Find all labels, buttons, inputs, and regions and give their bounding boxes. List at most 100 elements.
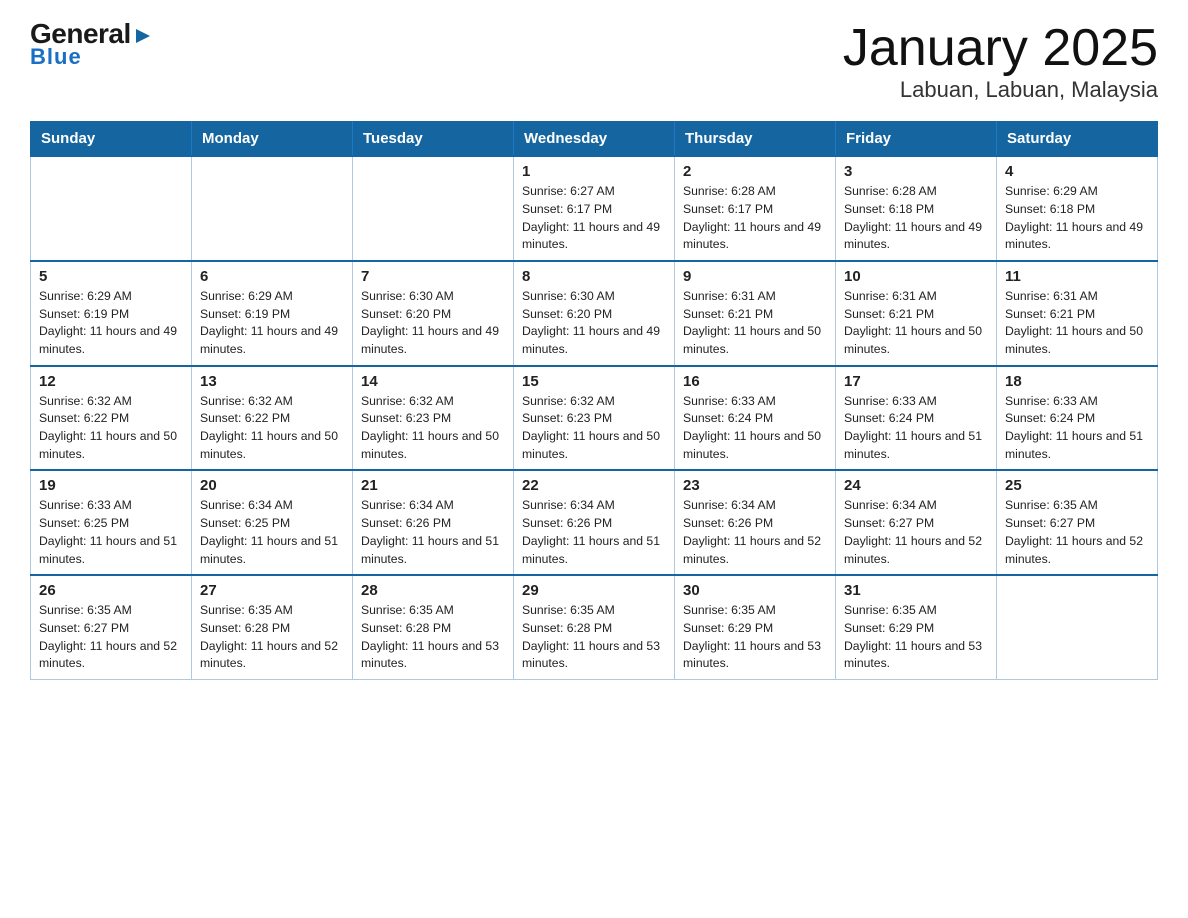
- calendar-cell: 6 Sunrise: 6:29 AM Sunset: 6:19 PM Daylig…: [192, 261, 353, 366]
- day-info: Sunrise: 6:35 AM Sunset: 6:27 PM Dayligh…: [1005, 497, 1149, 568]
- calendar-cell: 24 Sunrise: 6:34 AM Sunset: 6:27 PM Dayli…: [836, 470, 997, 575]
- day-number: 16: [683, 373, 827, 390]
- day-info: Sunrise: 6:29 AM Sunset: 6:18 PM Dayligh…: [1005, 183, 1149, 254]
- calendar-subtitle: Labuan, Labuan, Malaysia: [843, 77, 1158, 103]
- logo-blue-text: Blue: [30, 44, 82, 70]
- calendar-header: SundayMondayTuesdayWednesdayThursdayFrid…: [31, 122, 1158, 157]
- day-number: 13: [200, 373, 344, 390]
- calendar-cell: 8 Sunrise: 6:30 AM Sunset: 6:20 PM Daylig…: [514, 261, 675, 366]
- day-number: 8: [522, 268, 666, 285]
- day-info: Sunrise: 6:30 AM Sunset: 6:20 PM Dayligh…: [361, 288, 505, 359]
- day-number: 25: [1005, 477, 1149, 494]
- calendar-week-3: 19 Sunrise: 6:33 AM Sunset: 6:25 PM Dayli…: [31, 470, 1158, 575]
- dow-header-sunday: Sunday: [31, 122, 192, 157]
- calendar-cell: 30 Sunrise: 6:35 AM Sunset: 6:29 PM Dayli…: [675, 575, 836, 679]
- day-number: 6: [200, 268, 344, 285]
- calendar-cell: 7 Sunrise: 6:30 AM Sunset: 6:20 PM Daylig…: [353, 261, 514, 366]
- day-info: Sunrise: 6:29 AM Sunset: 6:19 PM Dayligh…: [200, 288, 344, 359]
- day-number: 11: [1005, 268, 1149, 285]
- day-info: Sunrise: 6:30 AM Sunset: 6:20 PM Dayligh…: [522, 288, 666, 359]
- calendar-cell: 5 Sunrise: 6:29 AM Sunset: 6:19 PM Daylig…: [31, 261, 192, 366]
- calendar-cell: 16Sunrise: 6:33 AM Sunset: 6:24 PM Dayli…: [675, 366, 836, 471]
- calendar-title: January 2025: [843, 20, 1158, 77]
- calendar-cell: 27 Sunrise: 6:35 AM Sunset: 6:28 PM Dayli…: [192, 575, 353, 679]
- day-number: 14: [361, 373, 505, 390]
- day-info: Sunrise: 6:34 AM Sunset: 6:26 PM Dayligh…: [522, 497, 666, 568]
- day-info: Sunrise: 6:33 AM Sunset: 6:24 PM Dayligh…: [1005, 393, 1149, 464]
- calendar-cell: 2Sunrise: 6:28 AM Sunset: 6:17 PM Daylig…: [675, 156, 836, 261]
- calendar-cell: 25 Sunrise: 6:35 AM Sunset: 6:27 PM Dayli…: [997, 470, 1158, 575]
- day-number: 7: [361, 268, 505, 285]
- day-info: Sunrise: 6:32 AM Sunset: 6:23 PM Dayligh…: [522, 393, 666, 464]
- days-of-week-row: SundayMondayTuesdayWednesdayThursdayFrid…: [31, 122, 1158, 157]
- day-info: Sunrise: 6:28 AM Sunset: 6:18 PM Dayligh…: [844, 183, 988, 254]
- calendar-cell: 12Sunrise: 6:32 AM Sunset: 6:22 PM Dayli…: [31, 366, 192, 471]
- day-number: 28: [361, 582, 505, 599]
- day-info: Sunrise: 6:27 AM Sunset: 6:17 PM Dayligh…: [522, 183, 666, 254]
- calendar-week-0: 1 Sunrise: 6:27 AM Sunset: 6:17 PM Daylig…: [31, 156, 1158, 261]
- day-number: 21: [361, 477, 505, 494]
- day-info: Sunrise: 6:34 AM Sunset: 6:26 PM Dayligh…: [361, 497, 505, 568]
- day-number: 30: [683, 582, 827, 599]
- day-info: Sunrise: 6:35 AM Sunset: 6:27 PM Dayligh…: [39, 602, 183, 673]
- day-number: 26: [39, 582, 183, 599]
- logo-arrow: [131, 20, 154, 48]
- calendar-week-1: 5 Sunrise: 6:29 AM Sunset: 6:19 PM Daylig…: [31, 261, 1158, 366]
- day-info: Sunrise: 6:33 AM Sunset: 6:24 PM Dayligh…: [844, 393, 988, 464]
- day-info: Sunrise: 6:35 AM Sunset: 6:29 PM Dayligh…: [844, 602, 988, 673]
- day-info: Sunrise: 6:28 AM Sunset: 6:17 PM Dayligh…: [683, 183, 827, 254]
- calendar-table: SundayMondayTuesdayWednesdayThursdayFrid…: [30, 121, 1158, 680]
- calendar-cell: 13Sunrise: 6:32 AM Sunset: 6:22 PM Dayli…: [192, 366, 353, 471]
- calendar-week-4: 26 Sunrise: 6:35 AM Sunset: 6:27 PM Dayli…: [31, 575, 1158, 679]
- day-info: Sunrise: 6:31 AM Sunset: 6:21 PM Dayligh…: [1005, 288, 1149, 359]
- day-info: Sunrise: 6:34 AM Sunset: 6:25 PM Dayligh…: [200, 497, 344, 568]
- day-number: 24: [844, 477, 988, 494]
- day-number: 5: [39, 268, 183, 285]
- dow-header-tuesday: Tuesday: [353, 122, 514, 157]
- calendar-cell: 9Sunrise: 6:31 AM Sunset: 6:21 PM Daylig…: [675, 261, 836, 366]
- logo: General Blue: [30, 20, 154, 70]
- day-number: 17: [844, 373, 988, 390]
- day-info: Sunrise: 6:34 AM Sunset: 6:27 PM Dayligh…: [844, 497, 988, 568]
- day-info: Sunrise: 6:34 AM Sunset: 6:26 PM Dayligh…: [683, 497, 827, 568]
- calendar-cell: 3 Sunrise: 6:28 AM Sunset: 6:18 PM Daylig…: [836, 156, 997, 261]
- calendar-week-2: 12Sunrise: 6:32 AM Sunset: 6:22 PM Dayli…: [31, 366, 1158, 471]
- dow-header-saturday: Saturday: [997, 122, 1158, 157]
- day-info: Sunrise: 6:31 AM Sunset: 6:21 PM Dayligh…: [683, 288, 827, 359]
- calendar-cell: 22Sunrise: 6:34 AM Sunset: 6:26 PM Dayli…: [514, 470, 675, 575]
- calendar-cell: 23 Sunrise: 6:34 AM Sunset: 6:26 PM Dayli…: [675, 470, 836, 575]
- day-info: Sunrise: 6:29 AM Sunset: 6:19 PM Dayligh…: [39, 288, 183, 359]
- logo-arrow-icon: [132, 25, 154, 47]
- header: General Blue January 2025 Labuan, Labuan…: [30, 20, 1158, 103]
- calendar-cell: [353, 156, 514, 261]
- day-info: Sunrise: 6:35 AM Sunset: 6:28 PM Dayligh…: [522, 602, 666, 673]
- calendar-cell: 15Sunrise: 6:32 AM Sunset: 6:23 PM Dayli…: [514, 366, 675, 471]
- day-info: Sunrise: 6:31 AM Sunset: 6:21 PM Dayligh…: [844, 288, 988, 359]
- calendar-cell: 4Sunrise: 6:29 AM Sunset: 6:18 PM Daylig…: [997, 156, 1158, 261]
- calendar-cell: 20Sunrise: 6:34 AM Sunset: 6:25 PM Dayli…: [192, 470, 353, 575]
- calendar-cell: 17 Sunrise: 6:33 AM Sunset: 6:24 PM Dayli…: [836, 366, 997, 471]
- day-info: Sunrise: 6:35 AM Sunset: 6:28 PM Dayligh…: [200, 602, 344, 673]
- day-info: Sunrise: 6:33 AM Sunset: 6:25 PM Dayligh…: [39, 497, 183, 568]
- day-number: 23: [683, 477, 827, 494]
- calendar-cell: [31, 156, 192, 261]
- day-number: 3: [844, 163, 988, 180]
- day-number: 1: [522, 163, 666, 180]
- day-number: 19: [39, 477, 183, 494]
- calendar-cell: 19 Sunrise: 6:33 AM Sunset: 6:25 PM Dayli…: [31, 470, 192, 575]
- day-number: 27: [200, 582, 344, 599]
- dow-header-thursday: Thursday: [675, 122, 836, 157]
- day-info: Sunrise: 6:32 AM Sunset: 6:23 PM Dayligh…: [361, 393, 505, 464]
- title-block: January 2025 Labuan, Labuan, Malaysia: [843, 20, 1158, 103]
- day-number: 18: [1005, 373, 1149, 390]
- dow-header-wednesday: Wednesday: [514, 122, 675, 157]
- calendar-body: 1 Sunrise: 6:27 AM Sunset: 6:17 PM Daylig…: [31, 156, 1158, 679]
- calendar-cell: 18 Sunrise: 6:33 AM Sunset: 6:24 PM Dayli…: [997, 366, 1158, 471]
- calendar-cell: 31 Sunrise: 6:35 AM Sunset: 6:29 PM Dayli…: [836, 575, 997, 679]
- day-info: Sunrise: 6:35 AM Sunset: 6:28 PM Dayligh…: [361, 602, 505, 673]
- calendar-cell: 28 Sunrise: 6:35 AM Sunset: 6:28 PM Dayli…: [353, 575, 514, 679]
- calendar-cell: 1 Sunrise: 6:27 AM Sunset: 6:17 PM Daylig…: [514, 156, 675, 261]
- calendar-cell: 10Sunrise: 6:31 AM Sunset: 6:21 PM Dayli…: [836, 261, 997, 366]
- day-number: 31: [844, 582, 988, 599]
- day-info: Sunrise: 6:35 AM Sunset: 6:29 PM Dayligh…: [683, 602, 827, 673]
